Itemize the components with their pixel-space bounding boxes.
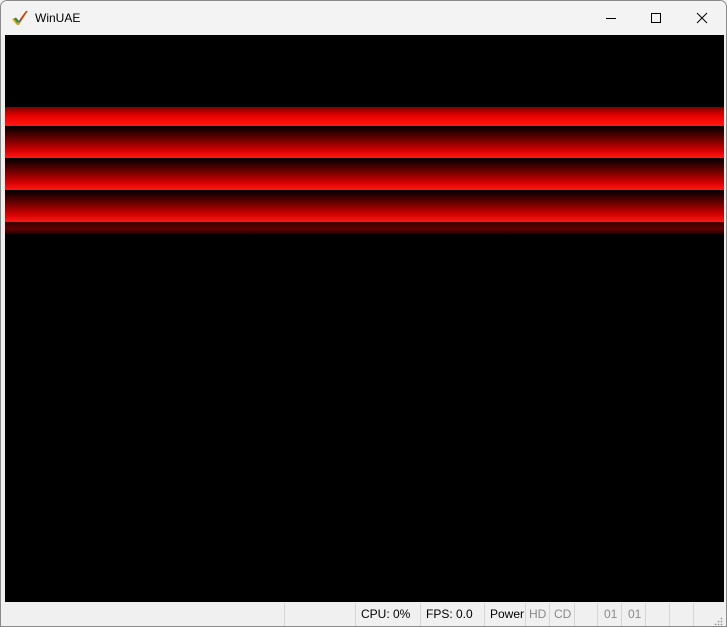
drive-df2-led[interactable] [645,603,669,626]
red-raster-band [5,107,724,126]
resize-grip-icon[interactable] [713,615,723,626]
cd-led[interactable]: CD [549,603,574,626]
hd-led[interactable]: HD [525,603,549,626]
maximize-button[interactable] [633,1,679,35]
winuae-checkmark-icon [11,10,29,26]
drive-df0-led[interactable]: 01 [597,603,621,626]
minimize-icon [605,12,617,24]
cpu-status: CPU: 0% [355,603,420,626]
emulator-display[interactable] [5,35,724,602]
drive-df3-led[interactable] [669,603,693,626]
maximize-icon [650,12,662,24]
close-button[interactable] [679,1,725,35]
red-raster-band [5,158,724,190]
title-bar[interactable]: WinUAE [1,1,726,35]
close-icon [696,12,708,24]
window-title: WinUAE [35,11,81,25]
status-empty-cell [574,603,597,626]
drive-df1-led[interactable]: 01 [621,603,645,626]
red-raster-band [5,126,724,158]
status-empty-cell [284,603,355,626]
status-bar: CPU: 0% FPS: 0.0 Power HD CD 01 01 [5,603,724,626]
power-led[interactable]: Power [484,603,525,626]
red-raster-band [5,190,724,222]
red-raster-band [5,222,724,234]
minimize-button[interactable] [588,1,634,35]
winuae-window: WinUAE CPU: 0% FPS: 0.0 Power HD CD 01 0… [0,0,727,627]
fps-status: FPS: 0.0 [420,603,484,626]
